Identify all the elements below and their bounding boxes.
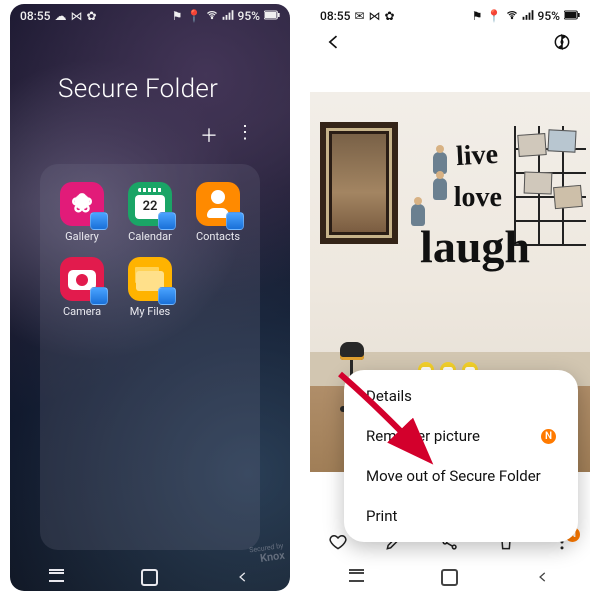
knox-watermark: Secured by Knox xyxy=(249,543,285,566)
page-title: Secure Folder xyxy=(10,26,290,104)
location-icon: 📍 xyxy=(187,9,202,23)
cloud-icon: ☁ xyxy=(54,9,66,23)
calendar-icon xyxy=(128,182,172,226)
app-label: Gallery xyxy=(65,230,99,243)
apps-tray: Gallery Calendar Contacts Camera My File… xyxy=(40,164,260,550)
nav-home-button[interactable] xyxy=(441,568,459,586)
back-button[interactable] xyxy=(324,32,344,52)
wifi-icon xyxy=(206,9,218,24)
gallery-photo-screen: 08:55 ✉ ⋈ ✿ ⚑ 📍 95% xyxy=(310,4,590,591)
message-icon: ✉ xyxy=(354,9,364,23)
battery-pct: 95% xyxy=(538,9,560,23)
battery-pct: 95% xyxy=(238,9,260,23)
photo-wall-frame xyxy=(320,122,398,244)
status-bar: 08:55 ☁ ⋈ ✿ ⚑ 📍 95% xyxy=(10,4,290,26)
add-button[interactable]: ＋ xyxy=(200,122,218,148)
menu-print[interactable]: Print xyxy=(344,496,578,536)
battery-icon xyxy=(564,9,580,23)
nav-back-button[interactable] xyxy=(234,568,252,586)
secure-folder-screen: 08:55 ☁ ⋈ ✿ ⚑ 📍 95% Secure Folder xyxy=(10,4,290,591)
photo-text-love: love xyxy=(454,182,502,214)
menu-label: Print xyxy=(366,507,397,525)
status-time: 08:55 xyxy=(320,9,350,23)
nav-home-button[interactable] xyxy=(141,568,159,586)
camera-icon xyxy=(60,257,104,301)
remaster-button[interactable] xyxy=(552,32,572,52)
status-time: 08:55 xyxy=(20,9,50,23)
app-calendar[interactable]: Calendar xyxy=(116,182,184,243)
app-my-files[interactable]: My Files xyxy=(116,257,184,318)
location-icon: 📍 xyxy=(487,9,502,23)
nav-recent-button[interactable] xyxy=(48,568,66,586)
wifi-icon xyxy=(506,9,518,24)
flag-icon: ⚑ xyxy=(472,9,483,23)
battery-icon xyxy=(264,9,280,23)
app-label: Camera xyxy=(63,305,101,318)
app-label: Contacts xyxy=(196,230,240,243)
annotation-arrow xyxy=(330,364,460,488)
signal-icon xyxy=(522,9,534,24)
photo-text-live: live xyxy=(455,139,499,173)
app-camera[interactable]: Camera xyxy=(48,257,116,318)
gear-icon: ✿ xyxy=(86,9,96,23)
app-label: Calendar xyxy=(128,230,172,243)
android-nav-bar xyxy=(310,563,590,591)
bowtie-icon: ⋈ xyxy=(369,9,381,23)
nav-recent-button[interactable] xyxy=(348,568,366,586)
app-contacts[interactable]: Contacts xyxy=(184,182,252,243)
android-nav-bar xyxy=(10,563,290,591)
app-gallery[interactable]: Gallery xyxy=(48,182,116,243)
files-icon xyxy=(128,257,172,301)
gear-icon: ✿ xyxy=(385,9,395,23)
nav-back-button[interactable] xyxy=(534,568,552,586)
photo-text-laugh: laugh xyxy=(420,220,530,273)
new-badge-icon: N xyxy=(541,429,556,444)
flag-icon: ⚑ xyxy=(172,9,183,23)
status-bar: 08:55 ✉ ⋈ ✿ ⚑ 📍 95% xyxy=(310,4,590,26)
signal-icon xyxy=(222,9,234,24)
gallery-icon xyxy=(60,182,104,226)
more-options-button[interactable]: ⋮ xyxy=(236,122,254,148)
app-indicator-icon: ⋈ xyxy=(70,9,82,23)
contacts-icon xyxy=(196,182,240,226)
app-label: My Files xyxy=(130,305,170,318)
